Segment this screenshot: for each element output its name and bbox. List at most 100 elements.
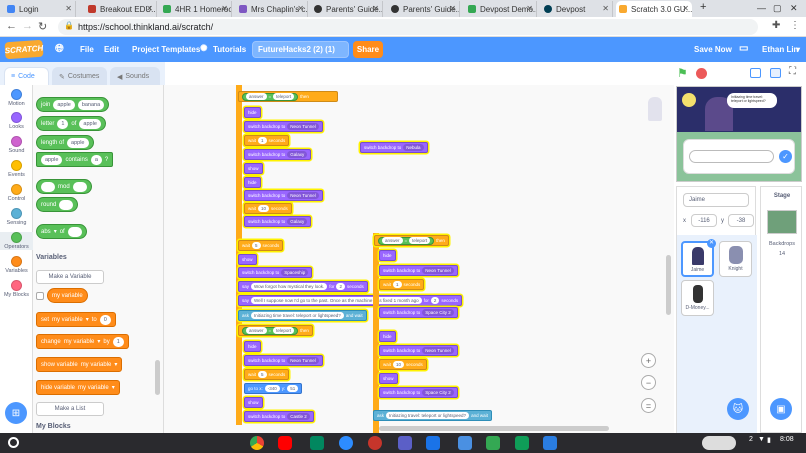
close-icon[interactable]: ✕ [65, 4, 72, 13]
block-input[interactable]: apple [79, 118, 101, 129]
tab-code[interactable]: ≡ Code [4, 67, 49, 85]
block-dropdown[interactable]: Neon Tunnel [287, 123, 319, 130]
play-store-icon[interactable] [310, 436, 324, 450]
block-dropdown[interactable]: my variable [78, 385, 109, 391]
battery-icon[interactable]: ▮ [767, 436, 771, 444]
browser-tab-active[interactable]: Scratch 3.0 GU... ✕ [616, 1, 692, 17]
show-variable-block[interactable]: show variable my variable ▾ [36, 357, 123, 372]
equals-block[interactable]: answer = teleport [242, 326, 299, 335]
close-icon[interactable]: ✕ [682, 4, 689, 13]
browser-tab[interactable]: Login ✕ [4, 1, 76, 17]
block-input[interactable]: teleport [273, 327, 295, 334]
url-field[interactable]: 🔒 https://school.thinkland.ai/scratch/ [58, 19, 758, 35]
block-input[interactable]: Well I suppose now I'd go to the past. O… [251, 297, 422, 304]
block-dropdown[interactable]: Neon Tunnel [287, 192, 319, 199]
youtube-icon[interactable] [278, 436, 292, 450]
switch-backdrop-block[interactable]: switch backdrop to Neon Tunnel [244, 355, 323, 366]
block-input[interactable]: 5 [258, 371, 267, 378]
files-icon[interactable] [543, 436, 557, 450]
clock[interactable]: 8:08 [780, 436, 794, 443]
switch-backdrop-block[interactable]: switch backdrop to Galaxy [244, 216, 312, 227]
go-to-xy-block[interactable]: go to x: -340 y: 51 [244, 383, 303, 394]
block-dropdown[interactable]: my variable [81, 362, 112, 368]
ask-and-wait-block[interactable]: ask Initiazing time travel: teleport or l… [238, 310, 367, 321]
small-stage-icon[interactable] [750, 68, 761, 78]
block-input[interactable]: teleport [273, 93, 295, 100]
block-input[interactable]: teleport [409, 237, 431, 244]
category-sound[interactable]: Sound [0, 136, 33, 154]
zoom-icon[interactable] [339, 436, 353, 450]
stage-selector[interactable]: Stage Backdrops 14 [760, 186, 802, 433]
extensions-icon[interactable]: ✚ [772, 20, 780, 31]
user-menu[interactable]: Ethan Lin [762, 45, 798, 54]
close-icon[interactable]: ✕ [526, 4, 533, 13]
add-extension-button[interactable]: ⊞ [5, 402, 27, 424]
show-block[interactable]: show [379, 373, 398, 384]
hide-block[interactable]: hide [379, 250, 396, 261]
block-input[interactable]: -340 [264, 385, 280, 392]
x-position-input[interactable]: -116 [691, 214, 717, 227]
back-icon[interactable]: ← [6, 20, 17, 32]
category-sensing[interactable]: Sensing [0, 208, 33, 226]
block-input[interactable]: 1 [393, 281, 402, 288]
green-flag-icon[interactable]: ⚑ [677, 67, 691, 80]
make-list-button[interactable]: Make a List [36, 402, 104, 416]
switch-backdrop-block[interactable]: switch backdrop to Galaxy [244, 149, 312, 160]
show-block[interactable]: show [244, 163, 263, 174]
switch-backdrop-block[interactable]: switch backdrop to Neon Tunnel [379, 345, 458, 356]
block-input[interactable] [67, 226, 82, 237]
abs-of-block[interactable]: abs ▾ of [36, 224, 87, 239]
docs-icon[interactable] [426, 436, 440, 450]
block-input[interactable]: 1 [112, 336, 124, 347]
fullscreen-icon[interactable]: ⛶ [789, 66, 796, 77]
scratch-logo[interactable]: SCRATCH [4, 39, 44, 60]
block-input[interactable]: Wow forgot how mystical they look. [251, 283, 328, 290]
category-operators[interactable]: Operators [0, 232, 33, 250]
block-dropdown[interactable]: Spaceship [281, 269, 309, 276]
block-input[interactable] [72, 181, 87, 192]
block-input[interactable]: Initiazing time travel: teleport or ligh… [251, 312, 344, 319]
change-variable-block[interactable]: change my variable ▾ by 1 [36, 334, 129, 349]
block-input[interactable]: 51 [287, 385, 299, 392]
chrome-icon[interactable] [250, 436, 264, 450]
browser-tab[interactable]: Parents' Guide... ✕ [388, 1, 460, 17]
teams-icon[interactable] [398, 436, 412, 450]
switch-backdrop-block[interactable]: switch backdrop to Neon Tunnel [244, 121, 323, 132]
zoom-out-icon[interactable]: − [641, 375, 656, 390]
stage-canvas[interactable]: Initiazing time travel: teleport or ligh… [676, 86, 802, 182]
block-input[interactable]: 10 [393, 361, 405, 368]
block-dropdown[interactable]: Nebula [403, 144, 424, 151]
chevron-down-icon[interactable]: ▾ [97, 338, 100, 345]
browser-tab[interactable]: Breakout EDU... ✕ [85, 1, 157, 17]
project-title-input[interactable]: FutureHacks2 (2) (1) [252, 41, 349, 58]
file-menu[interactable]: File [80, 45, 94, 54]
equals-block[interactable]: answer = teleport [378, 236, 435, 245]
block-dropdown[interactable]: my variable [64, 339, 95, 345]
close-icon[interactable]: ✕ [146, 4, 153, 13]
block-dropdown[interactable]: Space City 2 [422, 389, 454, 396]
browser-tab[interactable]: Devpost ✕ [541, 1, 613, 17]
block-input[interactable]: answer [246, 93, 267, 100]
classroom-icon[interactable] [515, 436, 529, 450]
forward-icon[interactable]: → [22, 20, 33, 32]
variable-checkbox[interactable] [36, 292, 44, 300]
switch-backdrop-block[interactable]: switch backdrop to Castle 2 [244, 411, 314, 422]
sprite-thumbnail-knight[interactable]: Knight [719, 241, 752, 277]
globe-icon[interactable]: 🌐︎ [55, 43, 64, 56]
chevron-down-icon[interactable]: ▾ [54, 228, 57, 235]
hide-block[interactable]: hide [244, 341, 261, 352]
block-input[interactable]: 0 [99, 314, 111, 325]
sprite-name-input[interactable]: Jaime [683, 193, 749, 207]
switch-backdrop-block[interactable]: switch backdrop to Neon Tunnel [244, 190, 323, 201]
block-input[interactable]: answer [382, 237, 403, 244]
meet-icon[interactable] [486, 436, 500, 450]
hide-block[interactable]: hide [244, 177, 261, 188]
length-of-block[interactable]: length of apple [36, 135, 94, 150]
folder-icon[interactable]: ▭ [739, 43, 748, 54]
category-my-blocks[interactable]: My Blocks [0, 280, 33, 298]
show-block[interactable]: show [238, 254, 257, 265]
browser-tab[interactable]: Parents' Guide... ✕ [311, 1, 383, 17]
block-input[interactable]: 1 [57, 118, 69, 129]
category-control[interactable]: Control [0, 184, 33, 202]
chevron-down-icon[interactable]: ▾ [86, 316, 89, 323]
